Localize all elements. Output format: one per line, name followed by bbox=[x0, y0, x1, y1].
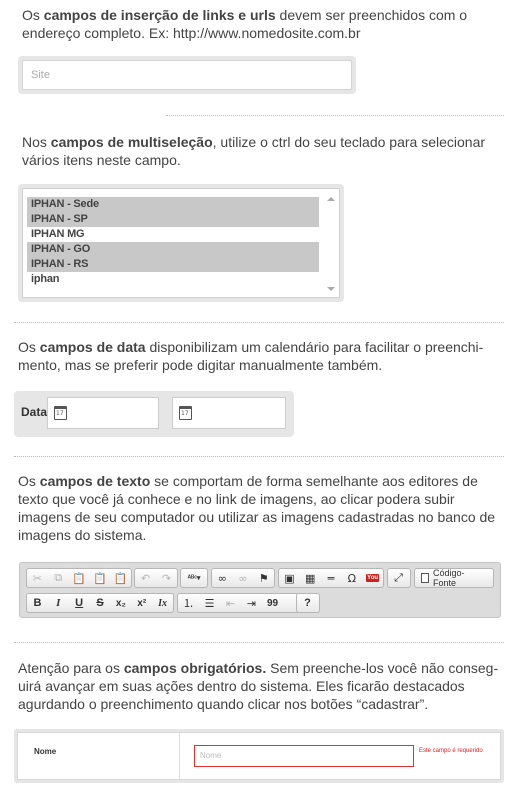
source-label: Código-Fonte bbox=[432, 568, 465, 588]
source-document-icon bbox=[421, 573, 429, 583]
separator bbox=[166, 115, 504, 116]
required-instructions-line2: uirá avançar em suas ações dentro do sis… bbox=[18, 678, 465, 694]
redo-icon[interactable]: ↷ bbox=[156, 569, 177, 587]
date-field-panel: Data 17 17 bbox=[14, 391, 294, 437]
date-instructions-line1: Os campos de data disponibilizam um cale… bbox=[18, 339, 484, 355]
bold-button[interactable]: B bbox=[27, 594, 48, 612]
help-button[interactable]: ? bbox=[297, 594, 318, 612]
copy-icon[interactable]: ⧉ bbox=[48, 569, 69, 587]
required-error-message: Este campo é requerido bbox=[419, 748, 483, 754]
links-instructions-line2: endereço completo. Ex: http://www.nomedo… bbox=[22, 25, 361, 41]
special-char-icon[interactable]: Ω bbox=[341, 569, 362, 587]
cut-icon[interactable]: ✂ bbox=[27, 569, 48, 587]
undo-icon[interactable]: ↶ bbox=[135, 569, 156, 587]
text-instructions-line1: Os campos de texto se comportam de forma… bbox=[18, 473, 478, 489]
image-icon[interactable]: ▣ bbox=[279, 569, 300, 587]
scroll-down-arrow-icon[interactable] bbox=[327, 287, 335, 291]
multiselect-listbox[interactable]: IPHAN - Sede IPHAN - SP IPHAN MG IPHAN - GO… bbox=[22, 188, 340, 298]
remove-format-button[interactable]: Ix bbox=[152, 594, 173, 612]
required-instructions: Atenção para os campos obrigatórios. Sem… bbox=[18, 659, 508, 713]
required-field-panel: Nome Nome Este campo é requerido bbox=[14, 729, 504, 783]
source-button[interactable]: Código-Fonte bbox=[414, 568, 494, 588]
text-instructions-line3: imagens de seu computador ou utilizar as… bbox=[18, 509, 496, 525]
separator bbox=[14, 322, 504, 323]
text-instructions-line2: texto que você já conhece e no link de i… bbox=[18, 491, 455, 507]
multiselect-instructions-line2: vários itens neste campo. bbox=[22, 152, 181, 168]
multiselect-option[interactable]: iphan bbox=[27, 272, 319, 287]
scroll-up-arrow-icon[interactable] bbox=[327, 197, 335, 201]
multiselect-option[interactable]: IPHAN - GO bbox=[27, 242, 319, 257]
multiselect-option[interactable]: IPHAN - RS bbox=[27, 257, 319, 272]
multiselect-panel: IPHAN - Sede IPHAN - SP IPHAN MG IPHAN - GO… bbox=[18, 184, 344, 302]
links-bold-term: campos de inserção de links e urls bbox=[43, 7, 276, 23]
multiselect-bold-term: campos de multiseleção bbox=[50, 134, 213, 150]
spellcheck-group: ᴬᴮᶜ▾ bbox=[180, 568, 208, 588]
required-field-row: Nome Nome Este campo é requerido bbox=[17, 732, 501, 780]
spellcheck-icon[interactable]: ᴬᴮᶜ▾ bbox=[181, 569, 207, 587]
site-input[interactable]: Site bbox=[22, 60, 352, 90]
unlink-icon[interactable]: ∞ bbox=[233, 569, 254, 587]
multiselect-option[interactable]: IPHAN MG bbox=[27, 227, 319, 242]
links-instructions: Os campos de inserção de links e urls de… bbox=[22, 6, 502, 42]
paste-text-icon[interactable]: 📋 bbox=[89, 569, 110, 587]
help-group: ? bbox=[296, 593, 320, 613]
calendar-icon[interactable]: 17 bbox=[54, 406, 67, 420]
link-group: ∞ ∞ ⚑ bbox=[211, 568, 275, 588]
anchor-flag-icon[interactable]: ⚑ bbox=[253, 569, 274, 587]
format-group: B I U S x₂ x² Ix bbox=[26, 593, 174, 613]
site-field-panel: Site bbox=[18, 56, 356, 94]
outdent-icon[interactable]: ⇤ bbox=[220, 594, 241, 612]
blockquote-button[interactable]: 99 bbox=[262, 594, 283, 612]
insert-group: ▣ ▦ ═ Ω You bbox=[278, 568, 384, 588]
date-instructions: Os campos de data disponibilizam um cale… bbox=[18, 338, 504, 374]
date-end-input[interactable]: 17 bbox=[172, 397, 286, 429]
clipboard-group: ✂ ⧉ 📋 📋 📋 bbox=[26, 568, 132, 588]
superscript-button[interactable]: x² bbox=[131, 594, 152, 612]
text-instructions-line4: imagens do sistema. bbox=[18, 527, 147, 543]
multiselect-option[interactable]: IPHAN - Sede bbox=[27, 197, 319, 212]
list-group: ⒈ ☰ ⇤ ⇥ 99 bbox=[177, 593, 311, 613]
date-bold-term: campos de data bbox=[39, 339, 146, 355]
underline-button[interactable]: U bbox=[69, 594, 90, 612]
horizontal-rule-icon[interactable]: ═ bbox=[321, 569, 342, 587]
maximize-group: ⤢ bbox=[387, 568, 411, 588]
required-label-cell: Nome bbox=[18, 733, 180, 779]
bulleted-list-icon[interactable]: ☰ bbox=[199, 594, 220, 612]
multiselect-instructions: Nos campos de multiseleção, utilize o ct… bbox=[22, 133, 502, 169]
required-instructions-line1: Atenção para os campos obrigatórios. Sem… bbox=[18, 660, 499, 676]
youtube-icon[interactable]: You bbox=[362, 569, 383, 587]
required-bold-term: campos obrigatórios. bbox=[123, 660, 267, 676]
numbered-list-icon[interactable]: ⒈ bbox=[178, 594, 199, 612]
multiselect-instructions-line1: Nos campos de multiseleção, utilize o ct… bbox=[22, 134, 486, 150]
links-instructions-line1: Os campos de inserção de links e urls de… bbox=[22, 7, 468, 23]
strikethrough-button[interactable]: S bbox=[90, 594, 111, 612]
date-start-input[interactable]: 17 bbox=[47, 397, 159, 429]
subscript-button[interactable]: x₂ bbox=[110, 594, 131, 612]
multiselect-option[interactable]: IPHAN - SP bbox=[27, 212, 319, 227]
calendar-icon[interactable]: 17 bbox=[179, 406, 192, 420]
maximize-icon[interactable]: ⤢ bbox=[388, 569, 409, 587]
indent-icon[interactable]: ⇥ bbox=[241, 594, 262, 612]
date-instructions-line2: mento, mas se preferir pode digitar manu… bbox=[18, 357, 383, 373]
editor-toolbar: ✂ ⧉ 📋 📋 📋 ↶ ↷ ᴬᴮᶜ▾ ∞ ∞ ⚑ ▣ ▦ ═ Ω You ⤢ C… bbox=[19, 562, 501, 618]
undo-group: ↶ ↷ bbox=[134, 568, 178, 588]
table-icon[interactable]: ▦ bbox=[300, 569, 321, 587]
paste-icon[interactable]: 📋 bbox=[69, 569, 90, 587]
required-instructions-line3: agurdando o preenchimento quando clicar … bbox=[18, 696, 429, 712]
separator bbox=[14, 456, 504, 457]
date-label: Data bbox=[21, 405, 48, 419]
name-label: Nome bbox=[34, 747, 57, 756]
link-icon[interactable]: ∞ bbox=[212, 569, 233, 587]
separator bbox=[14, 642, 504, 643]
name-input[interactable]: Nome bbox=[194, 745, 414, 767]
text-bold-term: campos de texto bbox=[39, 473, 151, 489]
paste-word-icon[interactable]: 📋 bbox=[110, 569, 131, 587]
text-instructions: Os campos de texto se comportam de forma… bbox=[18, 472, 508, 544]
multiselect-scrollbar[interactable] bbox=[325, 191, 337, 295]
italic-button[interactable]: I bbox=[48, 594, 69, 612]
